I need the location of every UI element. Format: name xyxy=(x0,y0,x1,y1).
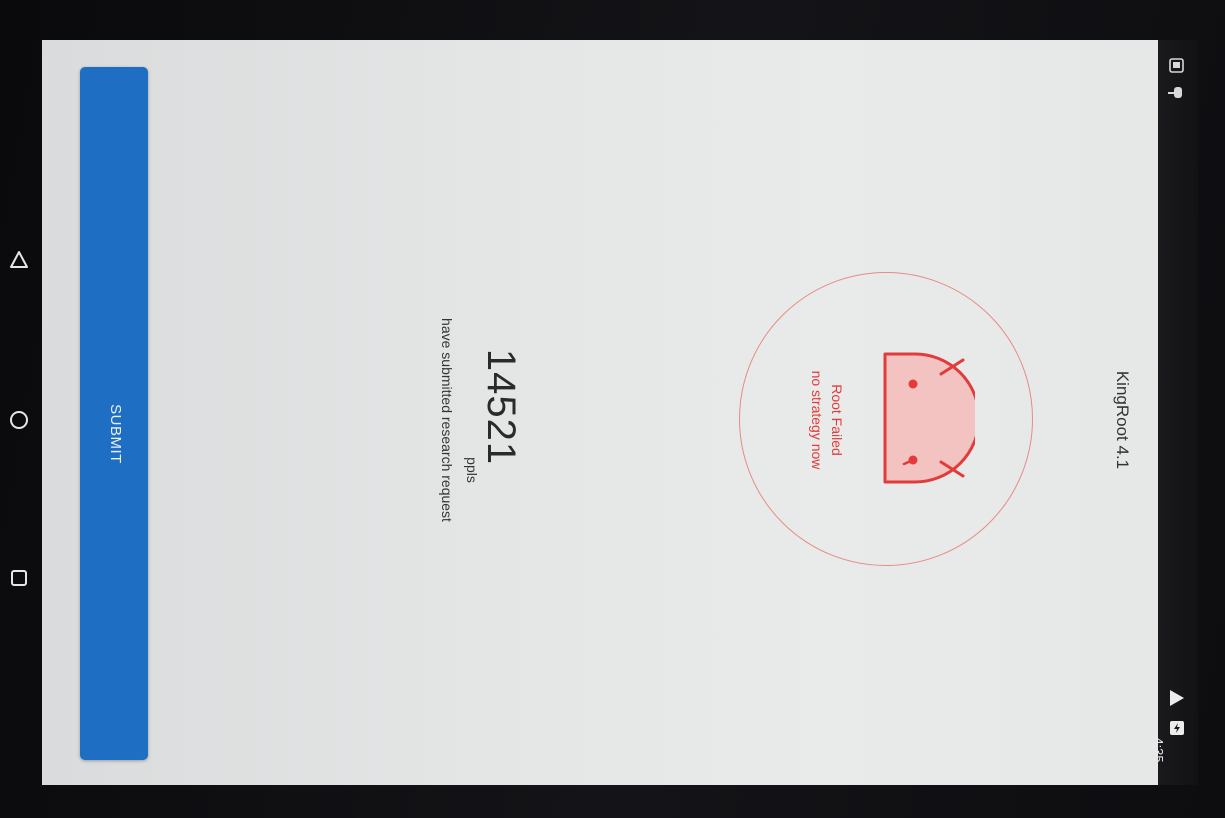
root-status-subtitle: no strategy now xyxy=(809,370,825,470)
submit-button-label: SUBMIT xyxy=(107,404,124,464)
root-status-title: Root Failed xyxy=(829,384,845,456)
home-icon xyxy=(10,411,28,429)
submission-unit: ppls xyxy=(464,457,480,483)
home-button[interactable] xyxy=(4,405,34,435)
notification-icon xyxy=(1169,58,1184,73)
system-navigation-bar xyxy=(0,40,44,785)
app-title: KingRoot 4.1 xyxy=(1113,370,1132,470)
battery-charging-icon xyxy=(1170,721,1184,735)
back-button[interactable] xyxy=(4,245,34,275)
status-time: 4:35 xyxy=(1151,737,1166,763)
submission-count: 14521 xyxy=(479,348,523,466)
android-robot-icon xyxy=(883,352,975,484)
submission-description: have submitted research request xyxy=(439,318,455,522)
status-bar xyxy=(1158,40,1198,785)
recents-button[interactable] xyxy=(4,563,34,593)
wifi-icon xyxy=(1170,690,1184,706)
recents-icon xyxy=(11,570,27,586)
usb-icon xyxy=(1168,87,1182,98)
back-icon xyxy=(10,251,28,268)
